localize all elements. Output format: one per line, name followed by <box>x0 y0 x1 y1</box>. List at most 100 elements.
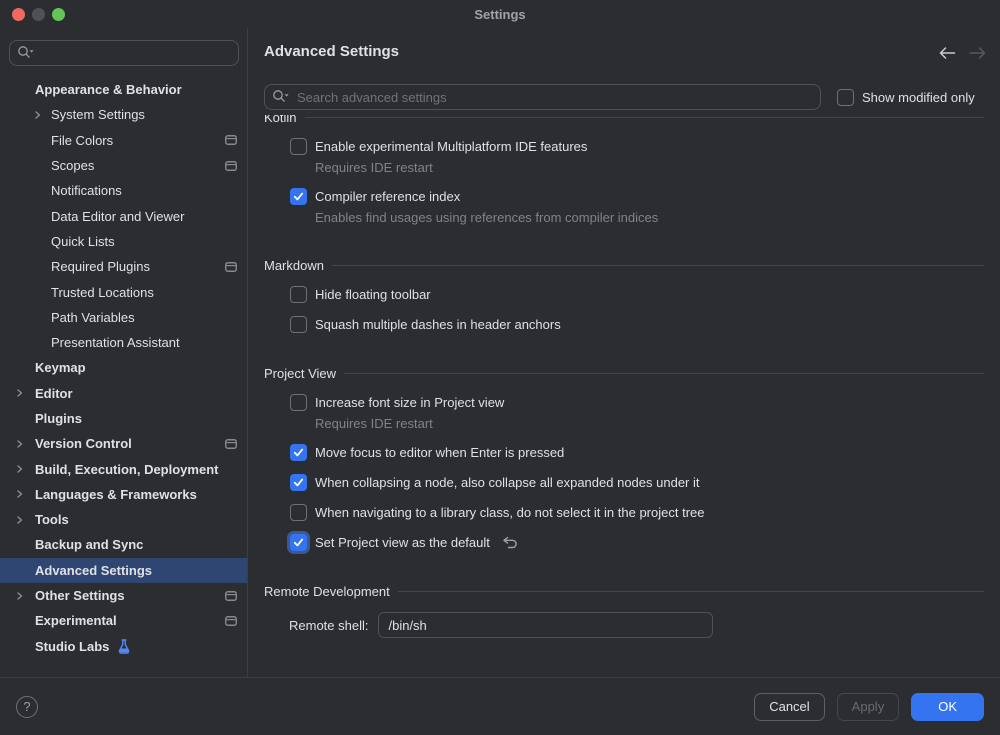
setting-row-set-project-view-as-the-default[interactable]: Set Project view as the default <box>290 532 1000 552</box>
sidebar-item-label: Advanced Settings <box>35 563 152 578</box>
setting-row-enable-experimental-multiplatform-ide-features[interactable]: Enable experimental Multiplatform IDE fe… <box>290 136 1000 156</box>
sidebar-item-data-editor-and-viewer[interactable]: Data Editor and Viewer <box>0 203 247 228</box>
sidebar-item-scopes[interactable]: Scopes <box>0 153 247 178</box>
checkbox[interactable] <box>290 286 307 303</box>
sidebar-item-trusted-locations[interactable]: Trusted Locations <box>0 279 247 304</box>
sidebar-item-backup-and-sync[interactable]: Backup and Sync <box>0 532 247 557</box>
help-icon: ? <box>23 699 30 714</box>
flask-icon <box>117 639 131 654</box>
section-remote-development: Remote DevelopmentRemote shell: <box>248 582 1000 638</box>
sidebar-item-languages-frameworks[interactable]: Languages & Frameworks <box>0 482 247 507</box>
sidebar-item-system-settings[interactable]: System Settings <box>0 102 247 127</box>
checkbox[interactable] <box>290 534 307 551</box>
sidebar-search-input[interactable] <box>40 45 231 62</box>
sidebar-item-presentation-assistant[interactable]: Presentation Assistant <box>0 330 247 355</box>
sidebar-item-tools[interactable]: Tools <box>0 507 247 532</box>
setting-note: Enables find usages using references fro… <box>315 210 1000 226</box>
sidebar-item-notifications[interactable]: Notifications <box>0 178 247 203</box>
checkbox[interactable] <box>290 444 307 461</box>
chevron-right-icon <box>15 465 24 474</box>
sidebar-item-label: Scopes <box>51 158 94 173</box>
section-kotlin: Kotlin Enable experimental Multiplatform … <box>248 115 1000 226</box>
sidebar-item-label: Keymap <box>35 360 86 375</box>
reset-to-default-icon[interactable] <box>502 536 519 549</box>
sidebar-item-path-variables[interactable]: Path Variables <box>0 305 247 330</box>
sidebar-search-box[interactable] <box>9 40 239 66</box>
page-title: Advanced Settings <box>264 43 399 60</box>
chevron-right-icon <box>15 490 24 499</box>
sidebar-item-studio-labs[interactable]: Studio Labs <box>0 634 247 659</box>
sidebar-item-appearance-behavior[interactable]: Appearance & Behavior <box>0 77 247 102</box>
sidebar-item-label: System Settings <box>51 107 145 122</box>
section-markdown: Markdown Hide floating toolbar Squash mult… <box>248 256 1000 334</box>
checkbox[interactable] <box>290 394 307 411</box>
chevron-right-icon <box>33 110 42 119</box>
sidebar-item-label: Appearance & Behavior <box>35 82 182 97</box>
chevron-right-icon <box>15 591 24 600</box>
ok-button[interactable]: OK <box>911 693 984 721</box>
settings-tree: Appearance & Behavior System Settings File… <box>0 77 247 659</box>
content-pane: Advanced Settings Show modified only Ko <box>248 28 1000 677</box>
sidebar-item-advanced-settings[interactable]: Advanced Settings <box>0 558 247 583</box>
checkbox[interactable] <box>290 474 307 491</box>
sidebar-item-label: Presentation Assistant <box>51 335 180 350</box>
minimize-window-button[interactable] <box>32 8 45 21</box>
setting-label: Enable experimental Multiplatform IDE fe… <box>315 139 587 154</box>
setting-row-move-focus-to-editor-when-enter-is-pressed[interactable]: Move focus to editor when Enter is press… <box>290 442 1000 462</box>
checkbox[interactable] <box>290 316 307 333</box>
setting-row-compiler-reference-index[interactable]: Compiler reference index <box>290 186 1000 206</box>
cancel-button[interactable]: Cancel <box>754 693 824 721</box>
setting-label: Set Project view as the default <box>315 535 490 550</box>
sidebar-item-quick-lists[interactable]: Quick Lists <box>0 229 247 254</box>
close-window-button[interactable] <box>12 8 25 21</box>
checkbox[interactable] <box>837 89 854 106</box>
sidebar-item-editor[interactable]: Editor <box>0 381 247 406</box>
sidebar-item-keymap[interactable]: Keymap <box>0 355 247 380</box>
help-button[interactable]: ? <box>16 696 38 718</box>
checkbox[interactable] <box>290 188 307 205</box>
sidebar-item-label: File Colors <box>51 133 113 148</box>
setting-row-hide-floating-toolbar[interactable]: Hide floating toolbar <box>290 284 1000 304</box>
setting-label: Increase font size in Project view <box>315 395 504 410</box>
section-header: Project View <box>264 364 984 382</box>
settings-panel-icon <box>225 439 237 449</box>
section-title: Kotlin <box>264 115 297 125</box>
setting-label: When collapsing a node, also collapse al… <box>315 475 699 490</box>
show-modified-only-checkbox[interactable]: Show modified only <box>837 84 975 110</box>
remote-shell-input[interactable] <box>378 612 713 638</box>
sidebar-item-build-execution-deployment[interactable]: Build, Execution, Deployment <box>0 456 247 481</box>
apply-button[interactable]: Apply <box>837 693 900 721</box>
setting-label: Move focus to editor when Enter is press… <box>315 445 564 460</box>
settings-panel-icon <box>225 591 237 601</box>
sidebar-item-label: Required Plugins <box>51 259 150 274</box>
sidebar-item-required-plugins[interactable]: Required Plugins <box>0 254 247 279</box>
sidebar-item-plugins[interactable]: Plugins <box>0 406 247 431</box>
sidebar-item-version-control[interactable]: Version Control <box>0 431 247 456</box>
advanced-search-box[interactable] <box>264 84 821 110</box>
sidebar-item-label: Notifications <box>51 183 122 198</box>
sidebar-item-file-colors[interactable]: File Colors <box>0 128 247 153</box>
setting-field-remote-shell: Remote shell: <box>289 612 1000 638</box>
advanced-search-input[interactable] <box>295 89 813 106</box>
setting-row-squash-multiple-dashes-in-header-anchors[interactable]: Squash multiple dashes in header anchors <box>290 314 1000 334</box>
chevron-right-icon <box>15 439 24 448</box>
setting-row-when-navigating-to-a-library-class-do-not-select-it-in-the-project-tree[interactable]: When navigating to a library class, do n… <box>290 502 1000 522</box>
checkbox[interactable] <box>290 138 307 155</box>
zoom-window-button[interactable] <box>52 8 65 21</box>
settings-scroll-area[interactable]: Kotlin Enable experimental Multiplatform … <box>248 115 1000 677</box>
forward-arrow-icon[interactable] <box>969 47 986 62</box>
settings-sidebar: Appearance & Behavior System Settings File… <box>0 28 248 677</box>
section-title: Markdown <box>264 258 324 273</box>
sidebar-item-experimental[interactable]: Experimental <box>0 608 247 633</box>
setting-row-increase-font-size-in-project-view[interactable]: Increase font size in Project view <box>290 392 1000 412</box>
back-arrow-icon[interactable] <box>939 47 956 62</box>
sidebar-item-label: Studio Labs <box>35 639 109 654</box>
setting-row-when-collapsing-a-node-also-collapse-all-expanded-nodes-under-it[interactable]: When collapsing a node, also collapse al… <box>290 472 1000 492</box>
sidebar-item-other-settings[interactable]: Other Settings <box>0 583 247 608</box>
sidebar-item-label: Tools <box>35 512 69 527</box>
section-header: Kotlin <box>264 115 984 126</box>
search-icon <box>272 89 289 106</box>
sidebar-item-label: Build, Execution, Deployment <box>35 462 218 477</box>
sidebar-item-label: Experimental <box>35 613 117 628</box>
checkbox[interactable] <box>290 504 307 521</box>
